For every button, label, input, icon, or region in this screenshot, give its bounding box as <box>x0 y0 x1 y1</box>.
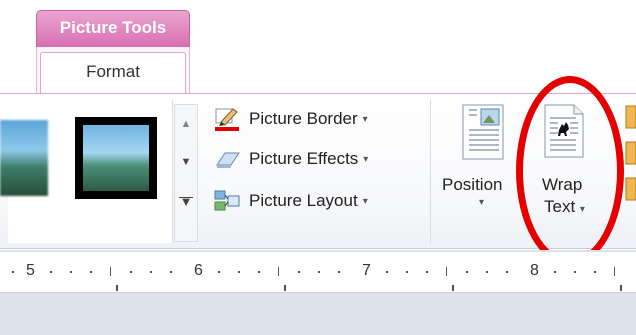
ruler-number: 8 <box>530 262 539 279</box>
picture-effects-button[interactable]: Picture Effects ▾ <box>213 146 368 172</box>
pencil-icon <box>213 107 241 131</box>
gallery-more-bar <box>179 197 193 198</box>
picture-tools-label: Picture Tools <box>59 18 167 37</box>
group-separator <box>430 100 431 244</box>
picture-border-label: Picture Border <box>249 109 358 128</box>
position-icon[interactable] <box>459 103 507 161</box>
ruler-number: 5 <box>26 262 35 279</box>
gallery-more-button[interactable]: ▼ <box>176 182 196 222</box>
position-label[interactable]: Position <box>442 175 502 195</box>
partial-arrange-icons[interactable] <box>622 100 636 220</box>
picture-layout-label: Picture Layout <box>249 191 358 210</box>
horizontal-ruler[interactable]: 5 6 7 8 <box>0 252 636 293</box>
chevron-down-icon: ▾ <box>362 113 368 125</box>
chevron-down-icon: ▾ <box>362 195 368 207</box>
red-highlight-oval <box>516 76 624 266</box>
picture-effects-label: Picture Effects <box>249 149 359 168</box>
tab-format-label[interactable]: Format <box>40 62 186 82</box>
ruler-number: 6 <box>194 262 203 279</box>
layout-icon <box>213 189 241 213</box>
picture-layout-button[interactable]: Picture Layout ▾ <box>213 188 368 214</box>
chevron-down-icon: ▾ <box>363 153 369 165</box>
picture-style-thumbnail-image <box>83 125 149 191</box>
picture-border-button[interactable]: Picture Border ▾ <box>213 106 368 132</box>
gallery-scroll-down-button[interactable]: ▼ <box>176 142 196 182</box>
gallery-scroll-up-button[interactable]: ▲ <box>176 104 196 144</box>
picture-style-soft-edge[interactable] <box>0 120 48 196</box>
ruler-number: 7 <box>362 262 371 279</box>
effects-icon <box>213 147 241 171</box>
chevron-down-icon: ▾ <box>479 197 485 208</box>
